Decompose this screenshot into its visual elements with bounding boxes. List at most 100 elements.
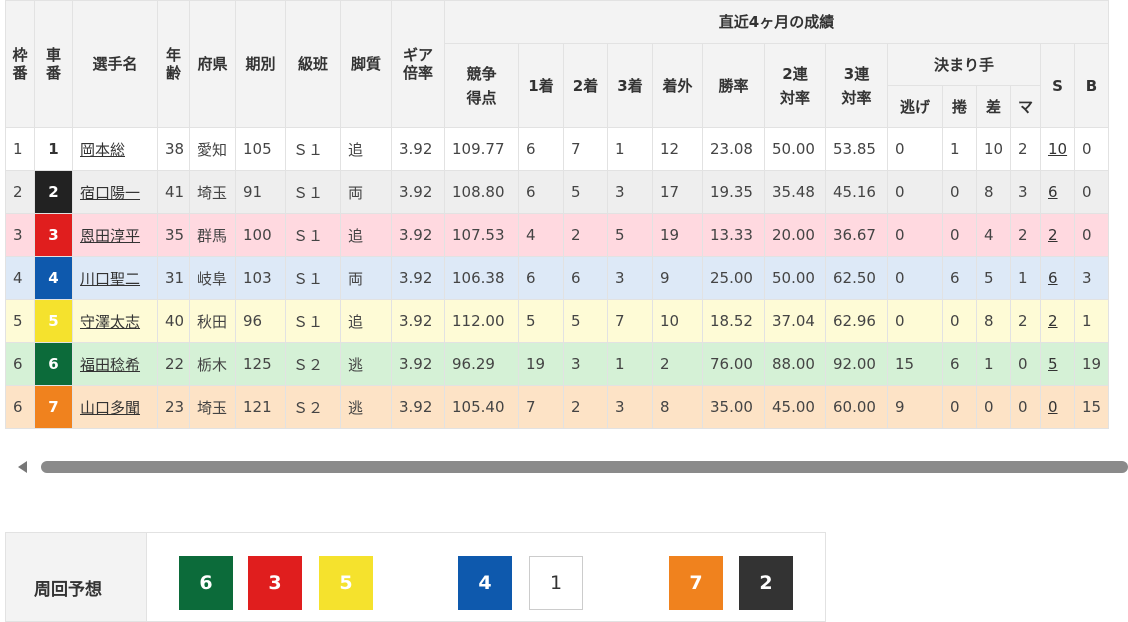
scroll-left-icon[interactable] <box>18 461 27 473</box>
cell-waku: 3 <box>5 213 35 257</box>
cell-third: 3 <box>607 385 653 429</box>
cell-name: 宿口陽一 <box>72 170 158 214</box>
cell-name: 福田稔希 <box>72 342 158 386</box>
scrollbar-thumb[interactable] <box>41 461 1128 473</box>
cell-term: 121 <box>235 385 286 429</box>
rider-name-link[interactable]: 川口聖二 <box>80 270 140 288</box>
cell-ren3: 53.85 <box>825 127 888 171</box>
cell-b: 0 <box>1074 127 1109 171</box>
header-ren2: 2連対率 <box>764 43 826 128</box>
cell-class: Ｓ２ <box>285 342 341 386</box>
s-count-link[interactable]: 6 <box>1048 269 1058 287</box>
rider-name-link[interactable]: 山口多聞 <box>80 399 140 417</box>
cell-nige: 9 <box>887 385 943 429</box>
s-count-link[interactable]: 0 <box>1048 398 1058 416</box>
cell-s: 6 <box>1040 256 1075 300</box>
cell-age: 40 <box>157 299 190 343</box>
cell-ren3: 92.00 <box>825 342 888 386</box>
cell-s: 5 <box>1040 342 1075 386</box>
cell-car: 4 <box>34 256 73 300</box>
cell-term: 105 <box>235 127 286 171</box>
cell-score: 112.00 <box>444 299 519 343</box>
cell-age: 22 <box>157 342 190 386</box>
cell-class: Ｓ１ <box>285 170 341 214</box>
horizontal-scrollbar[interactable] <box>13 458 1128 476</box>
rider-name-link[interactable]: 守澤太志 <box>80 313 140 331</box>
cell-mark: 2 <box>1010 213 1041 257</box>
prediction-chip: 1 <box>529 556 583 610</box>
cell-ren2: 50.00 <box>764 127 826 171</box>
s-count-link[interactable]: 2 <box>1048 312 1058 330</box>
cell-third: 3 <box>607 256 653 300</box>
cell-ren2: 45.00 <box>764 385 826 429</box>
cell-car: 3 <box>34 213 73 257</box>
header-gear: ギア倍率 <box>391 0 445 128</box>
cell-gear: 3.92 <box>391 256 445 300</box>
cell-out: 10 <box>652 299 703 343</box>
s-count-link[interactable]: 10 <box>1048 140 1067 158</box>
cell-win: 76.00 <box>702 342 765 386</box>
prediction-chip: 4 <box>458 556 512 610</box>
cell-b: 3 <box>1074 256 1109 300</box>
cell-gear: 3.92 <box>391 299 445 343</box>
cell-pref: 岐阜 <box>189 256 236 300</box>
cell-makuri: 0 <box>942 170 977 214</box>
header-style: 脚質 <box>340 0 392 128</box>
cell-mark: 3 <box>1010 170 1041 214</box>
rider-table: 枠番 車番 選手名 年齢 府県 期別 級班 脚質 ギア倍率 直近4ヶ月の成績 競… <box>5 0 1109 429</box>
cell-style: 両 <box>340 256 392 300</box>
cell-first: 6 <box>518 127 564 171</box>
header-class: 級班 <box>285 0 341 128</box>
cell-win: 19.35 <box>702 170 765 214</box>
header-pref: 府県 <box>189 0 236 128</box>
cell-nige: 0 <box>887 170 943 214</box>
cell-out: 12 <box>652 127 703 171</box>
cell-sashi: 5 <box>976 256 1011 300</box>
cell-style: 追 <box>340 213 392 257</box>
cell-s: 2 <box>1040 299 1075 343</box>
rider-name-link[interactable]: 福田稔希 <box>80 356 140 374</box>
cell-name: 岡本総 <box>72 127 158 171</box>
cell-pref: 秋田 <box>189 299 236 343</box>
rider-name-link[interactable]: 岡本総 <box>80 141 125 159</box>
cell-sashi: 1 <box>976 342 1011 386</box>
s-count-link[interactable]: 5 <box>1048 355 1058 373</box>
header-sashi: 差 <box>976 85 1011 128</box>
cell-score: 108.80 <box>444 170 519 214</box>
cell-term: 103 <box>235 256 286 300</box>
cell-second: 2 <box>563 213 608 257</box>
cell-nige: 0 <box>887 127 943 171</box>
s-count-link[interactable]: 6 <box>1048 183 1058 201</box>
cell-age: 35 <box>157 213 190 257</box>
cell-pref: 栃木 <box>189 342 236 386</box>
cell-b: 0 <box>1074 213 1109 257</box>
cell-ren2: 88.00 <box>764 342 826 386</box>
cell-age: 31 <box>157 256 190 300</box>
cell-out: 2 <box>652 342 703 386</box>
cell-second: 5 <box>563 170 608 214</box>
header-kimarite: 決まり手 <box>887 43 1041 86</box>
cell-makuri: 0 <box>942 299 977 343</box>
cell-gear: 3.92 <box>391 213 445 257</box>
cell-mark: 0 <box>1010 342 1041 386</box>
cell-name: 恩田淳平 <box>72 213 158 257</box>
cell-first: 5 <box>518 299 564 343</box>
cell-age: 23 <box>157 385 190 429</box>
cell-class: Ｓ１ <box>285 256 341 300</box>
cell-class: Ｓ１ <box>285 127 341 171</box>
cell-win: 13.33 <box>702 213 765 257</box>
cell-term: 96 <box>235 299 286 343</box>
s-count-link[interactable]: 2 <box>1048 226 1058 244</box>
rider-name-link[interactable]: 宿口陽一 <box>80 184 140 202</box>
cell-name: 川口聖二 <box>72 256 158 300</box>
cell-s: 10 <box>1040 127 1075 171</box>
cell-term: 100 <box>235 213 286 257</box>
rider-name-link[interactable]: 恩田淳平 <box>80 227 140 245</box>
header-third: 3着 <box>607 43 653 128</box>
prediction-chip: 3 <box>248 556 302 610</box>
cell-sashi: 8 <box>976 170 1011 214</box>
cell-score: 106.38 <box>444 256 519 300</box>
cell-car: 7 <box>34 385 73 429</box>
cell-makuri: 0 <box>942 213 977 257</box>
cell-age: 38 <box>157 127 190 171</box>
